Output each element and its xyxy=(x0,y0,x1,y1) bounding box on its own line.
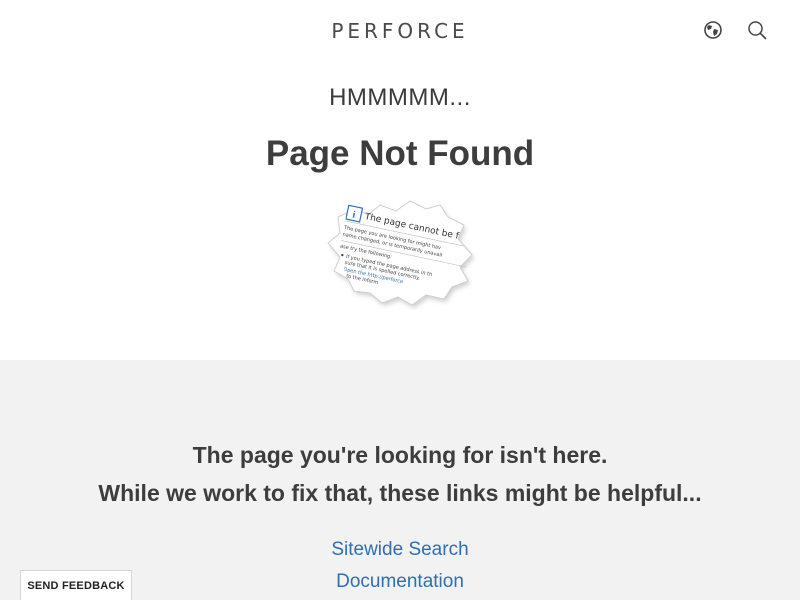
eyebrow-text: HMMMMM... xyxy=(329,84,471,111)
error-hero: HMMMMM... Page Not Found i The page cann… xyxy=(0,62,800,360)
torn-paper-illustration: i The page cannot be f The page you are … xyxy=(327,200,474,308)
help-message-line-2: While we work to fix that, these links m… xyxy=(98,480,702,506)
help-section: The page you're looking for isn't here. … xyxy=(0,360,800,600)
search-icon[interactable] xyxy=(747,20,767,40)
perforce-logo[interactable]: PERFORCE xyxy=(0,19,800,43)
send-feedback-button[interactable]: SEND FEEDBACK xyxy=(20,570,132,600)
help-message-line-1: The page you're looking for isn't here. xyxy=(192,442,608,468)
sitewide-search-link[interactable]: Sitewide Search xyxy=(331,539,468,560)
site-header: PERFORCE xyxy=(0,0,800,62)
sitewide-search-link-row: Sitewide Search xyxy=(0,539,800,561)
documentation-link[interactable]: Documentation xyxy=(336,571,464,592)
globe-icon[interactable] xyxy=(703,20,723,40)
page-title: Page Not Found xyxy=(265,134,535,173)
